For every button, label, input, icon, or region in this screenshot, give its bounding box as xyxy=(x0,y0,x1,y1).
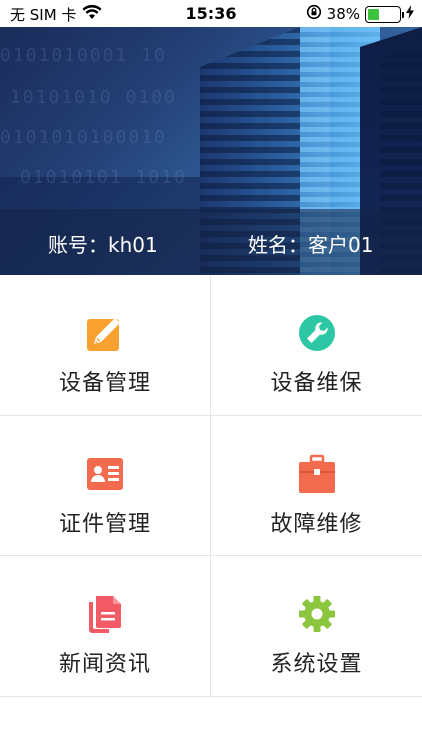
briefcase-icon xyxy=(297,454,337,494)
menu-item-system-settings[interactable]: 系统设置 xyxy=(211,556,422,697)
id-card-icon xyxy=(85,454,125,494)
menu-item-news[interactable]: 新闻资讯 xyxy=(0,556,211,697)
gear-icon xyxy=(297,594,337,634)
account-info-bar: 账号：kh01 姓名：客户01 xyxy=(0,209,422,275)
binary-texture: 01010101 1010 xyxy=(20,167,187,188)
binary-texture: 0101010001 10 xyxy=(0,45,167,66)
header-banner: 0101010001 10 10101010 0100 010101010001… xyxy=(0,27,422,275)
menu-item-certificate-management[interactable]: 证件管理 xyxy=(0,416,211,556)
account-label: 账号：kh01 xyxy=(48,233,158,257)
battery-percent: 38% xyxy=(326,5,360,23)
document-icon xyxy=(85,594,125,634)
battery-icon xyxy=(365,5,404,23)
carrier-text: 无 SIM 卡 xyxy=(10,6,77,24)
menu-item-device-maintenance[interactable]: 设备维保 xyxy=(211,275,422,416)
name-label: 姓名：客户01 xyxy=(248,233,374,257)
binary-texture: 0101010100010 xyxy=(0,127,167,148)
menu-item-fault-repair[interactable]: 故障维修 xyxy=(211,416,422,556)
function-menu-grid: 设备管理 设备维保 证件管理 故障维修 新闻资讯 系统设置 xyxy=(0,275,422,699)
binary-texture: 10101010 0100 xyxy=(10,87,177,108)
edit-icon xyxy=(85,313,125,353)
menu-item-label: 证件管理 xyxy=(58,512,151,537)
status-left: 无 SIM 卡 xyxy=(10,4,102,25)
wifi-icon xyxy=(82,4,102,24)
menu-item-device-management[interactable]: 设备管理 xyxy=(0,275,211,416)
menu-item-label: 系统设置 xyxy=(270,652,363,677)
status-right: 38% xyxy=(306,4,414,24)
status-bar: 无 SIM 卡 15:36 38% xyxy=(0,0,422,27)
orientation-lock-icon xyxy=(306,4,322,24)
battery-level xyxy=(368,8,380,20)
menu-item-label: 设备管理 xyxy=(58,371,151,396)
wrench-icon xyxy=(297,313,337,353)
menu-item-label: 故障维修 xyxy=(270,512,363,537)
charging-icon xyxy=(406,5,414,23)
menu-item-label: 新闻资讯 xyxy=(58,652,151,677)
menu-item-label: 设备维保 xyxy=(270,371,363,396)
